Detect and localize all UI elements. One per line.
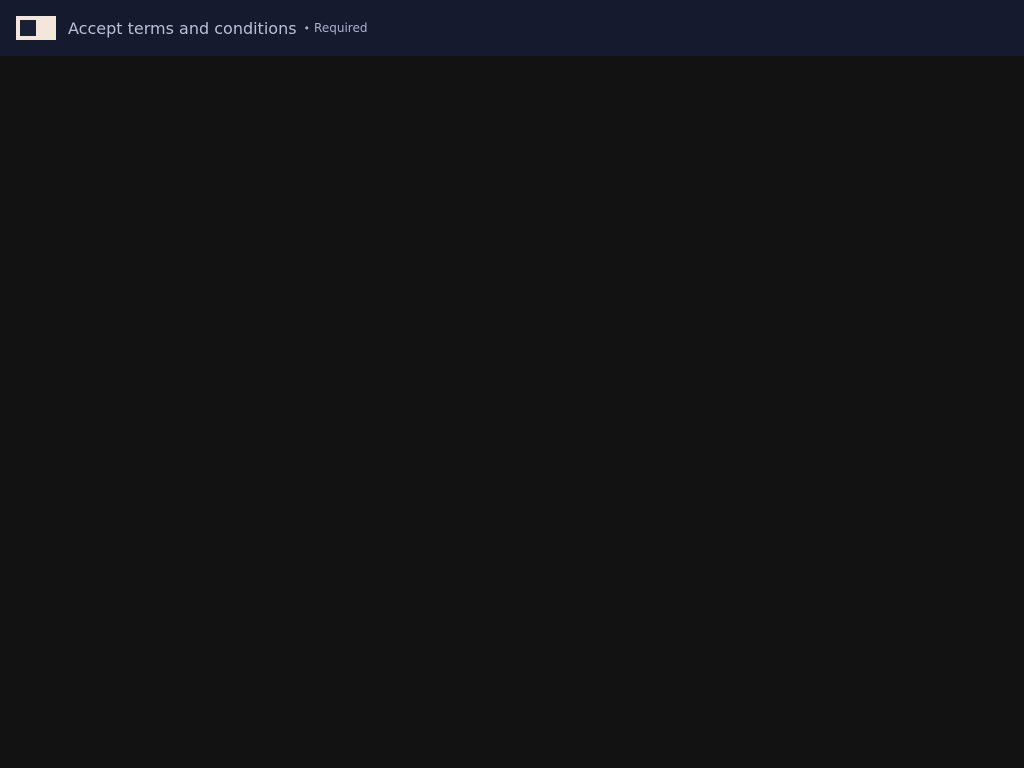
terms-toggle-switch[interactable] [16, 16, 56, 40]
main-content-area [0, 56, 1024, 768]
required-separator: • [303, 21, 311, 35]
required-indicator: Required [314, 21, 368, 35]
terms-toggle-label: Accept terms and conditions [68, 18, 297, 38]
terms-toggle-bar: Accept terms and conditions • Required [0, 0, 1024, 56]
toggle-knob [20, 20, 36, 36]
